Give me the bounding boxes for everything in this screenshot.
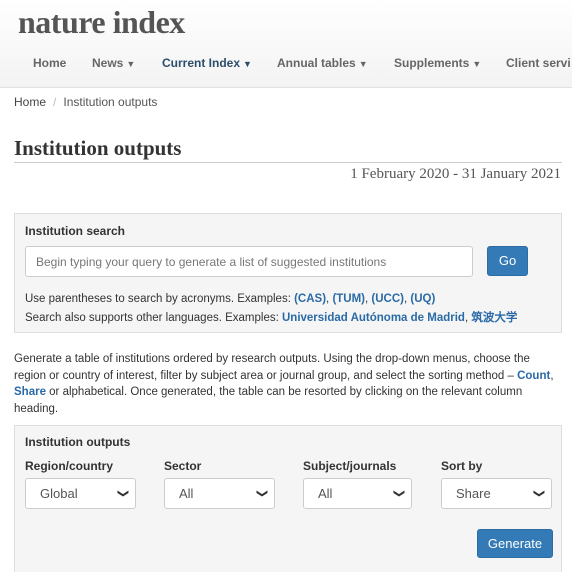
example-link-tum[interactable]: (TUM) — [332, 293, 365, 305]
breadcrumb-separator: / — [53, 95, 57, 109]
share-link[interactable]: Share — [14, 386, 46, 398]
date-range: 1 February 2020 - 31 January 2021 — [350, 166, 561, 182]
generate-button[interactable]: Generate — [477, 529, 553, 558]
caret-down-icon: ▼ — [126, 59, 136, 69]
nav-supplements[interactable]: Supplements ▼ — [394, 56, 481, 70]
nav-news[interactable]: News ▼ — [92, 56, 135, 70]
institution-search-panel: Institution search Go Use parentheses to… — [14, 213, 562, 333]
institution-outputs-label: Institution outputs — [25, 435, 131, 449]
institution-search-label: Institution search — [25, 224, 126, 238]
example-link-uq[interactable]: (UQ) — [410, 293, 435, 305]
site-header: nature index Home News ▼ Current Index ▼ A… — [0, 0, 572, 88]
nav-news-label: News — [92, 56, 124, 70]
breadcrumb: Home / Institution outputs — [14, 95, 157, 109]
nav-annual-tables-label: Annual tables — [277, 56, 356, 70]
region-country-label: Region/country — [25, 459, 114, 473]
subject-journals-value: All — [318, 486, 333, 501]
language-help-text: Search also supports other languages. Ex… — [25, 312, 518, 324]
page-title: Institution outputs — [14, 136, 182, 160]
nature-index-logo[interactable]: nature index — [18, 4, 185, 41]
nav-home[interactable]: Home — [33, 56, 66, 70]
sector-select[interactable]: All ❯ — [164, 478, 275, 509]
acronym-help-label: Use parentheses to search by acronyms. E… — [25, 293, 295, 305]
count-link[interactable]: Count — [517, 370, 550, 382]
intro-comma: , — [550, 369, 554, 382]
intro-paragraph: Generate a table of institutions ordered… — [14, 351, 562, 417]
institution-outputs-panel: Institution outputs Region/country Globa… — [14, 425, 562, 572]
chevron-down-icon: ❯ — [532, 488, 545, 499]
sort-by-select[interactable]: Share ❯ — [441, 478, 552, 509]
subject-journals-label: Subject/journals — [303, 459, 397, 473]
institution-search-input[interactable] — [25, 246, 473, 277]
caret-down-icon: ▼ — [358, 59, 368, 69]
language-help-label: Search also supports other languages. Ex… — [25, 312, 282, 324]
nav-supplements-label: Supplements — [394, 56, 470, 70]
nav-home-label: Home — [33, 56, 67, 70]
sector-value: All — [179, 486, 194, 501]
breadcrumb-home[interactable]: Home — [14, 95, 46, 109]
go-button[interactable]: Go — [487, 246, 528, 276]
nav-client-services-label: Client servi — [506, 56, 571, 70]
example-link-madrid[interactable]: Universidad Autónoma de Madrid — [282, 312, 465, 324]
chevron-down-icon: ❯ — [116, 488, 129, 499]
nav-annual-tables[interactable]: Annual tables ▼ — [277, 56, 368, 70]
breadcrumb-current: Institution outputs — [63, 95, 158, 109]
title-divider — [14, 162, 562, 163]
chevron-down-icon: ❯ — [255, 488, 268, 499]
nav-current-index-label: Current Index — [162, 56, 241, 70]
intro-text-2: or alphabetical. Once generated, the tab… — [14, 386, 523, 415]
intro-text-1: Generate a table of institutions ordered… — [14, 353, 530, 382]
nav-client-services[interactable]: Client servi — [506, 56, 571, 70]
caret-down-icon: ▼ — [472, 59, 482, 69]
region-country-select[interactable]: Global ❯ — [25, 478, 136, 509]
main-nav: Home News ▼ Current Index ▼ Annual tables ▼… — [0, 56, 572, 74]
sort-by-value: Share — [456, 486, 491, 501]
example-link-cas[interactable]: (CAS) — [294, 293, 326, 305]
acronym-help-text: Use parentheses to search by acronyms. E… — [25, 293, 436, 305]
nav-current-index[interactable]: Current Index ▼ — [162, 56, 252, 70]
sector-label: Sector — [164, 459, 202, 473]
caret-down-icon: ▼ — [243, 59, 252, 69]
example-link-ucc[interactable]: (UCC) — [371, 293, 404, 305]
sort-by-label: Sort by — [441, 459, 483, 473]
example-link-tsukuba[interactable]: 筑波大学 — [471, 312, 517, 324]
subject-journals-select[interactable]: All ❯ — [303, 478, 412, 509]
chevron-down-icon: ❯ — [392, 488, 405, 499]
region-country-value: Global — [40, 486, 78, 501]
